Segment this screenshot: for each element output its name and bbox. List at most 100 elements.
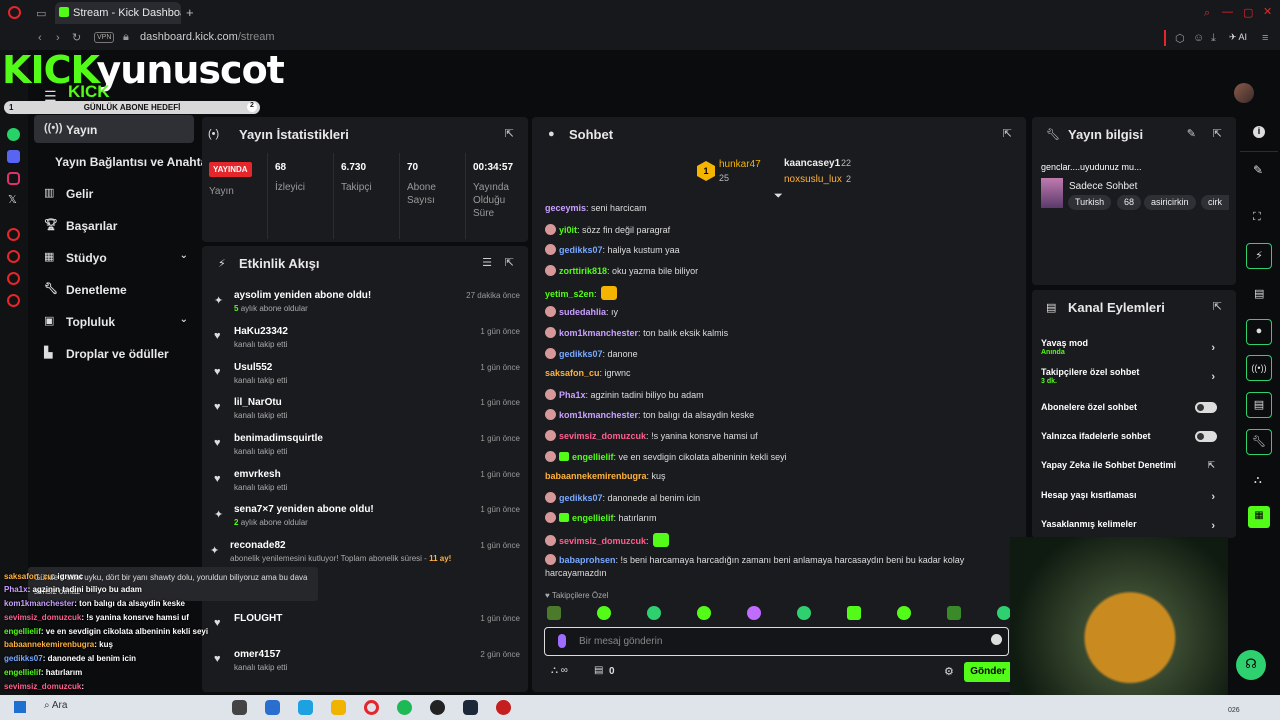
action-follower-only[interactable]: Takipçilere özel sohbet 3 dk. ›: [1041, 367, 1227, 385]
emote-icon[interactable]: [947, 606, 961, 620]
action-emote-only[interactable]: Yalnızca ifadelerle sohbet: [1041, 431, 1227, 442]
support-chat-icon[interactable]: ☊: [1236, 650, 1266, 680]
chat-username[interactable]: babaannekemirenbugra: [545, 471, 647, 481]
popout-icon[interactable]: ⇱: [1003, 127, 1012, 140]
chat-rail-button[interactable]: ●: [1246, 319, 1272, 345]
emote-only-toggle[interactable]: [1195, 431, 1217, 442]
messenger-icon[interactable]: [7, 272, 20, 285]
tag-chip[interactable]: Turkish: [1068, 195, 1112, 210]
chat-username[interactable]: zorttirik818: [559, 266, 607, 276]
filter-icon[interactable]: ☰: [482, 256, 492, 269]
bolt-rail-button[interactable]: ⚡︎: [1246, 243, 1272, 269]
minimize-icon[interactable]: —: [1222, 6, 1233, 18]
emote-icon[interactable]: [747, 606, 761, 620]
clapper-icon[interactable]: ▦: [1248, 506, 1270, 528]
sidebar-item-stream[interactable]: ((•)) Yayın: [34, 115, 194, 143]
action-slow-mode[interactable]: Yavaş mod Anında ›: [1041, 338, 1227, 356]
spotify-icon[interactable]: [397, 700, 412, 715]
ai-button[interactable]: ✈ AI: [1229, 32, 1247, 43]
vpn-badge[interactable]: VPN: [94, 32, 115, 43]
emote-icon[interactable]: [897, 606, 911, 620]
popout-icon[interactable]: ⇱: [505, 256, 514, 269]
action-banned-words[interactable]: Yasaklanmış kelimeler ›: [1041, 519, 1227, 532]
top-gifter-name[interactable]: hunkar47: [719, 159, 761, 170]
clip-icon[interactable]: ⛶: [1253, 211, 1261, 224]
x-twitter-icon[interactable]: 𝕏: [8, 193, 17, 206]
chat-username[interactable]: Pha1x: [559, 390, 586, 400]
broadcast-rail-button[interactable]: ((•)): [1246, 355, 1272, 381]
edge-icon[interactable]: [298, 700, 313, 715]
obs-icon[interactable]: [430, 700, 445, 715]
chat-username[interactable]: gedikks07: [559, 493, 603, 503]
download-icon[interactable]: ⤓: [1211, 32, 1216, 45]
url-field[interactable]: dashboard.kick.com/stream: [140, 31, 275, 43]
popout-icon[interactable]: ⇱: [1213, 300, 1222, 313]
sidebar-item-studio[interactable]: ▦ Stüdyo ⌄: [34, 243, 194, 271]
top-gifter-name[interactable]: kaancasey1: [784, 158, 840, 169]
category-name[interactable]: Sadece Sohbet: [1069, 181, 1137, 192]
collapse-arrow-icon[interactable]: ⏷: [774, 190, 783, 203]
new-tab-button[interactable]: +: [186, 5, 194, 20]
sidebar-item-community[interactable]: ▣ Topluluk ⌄: [34, 307, 194, 335]
bookmarks-icon[interactable]: [7, 250, 20, 263]
browser-menu-icon[interactable]: ≡: [1262, 32, 1268, 44]
chat-input[interactable]: Bir mesaj gönderin: [544, 627, 1009, 656]
sub-only-toggle[interactable]: [1195, 402, 1217, 413]
chat-username[interactable]: sudedahlia: [559, 307, 606, 317]
popout-icon[interactable]: ⇱: [1213, 127, 1222, 140]
folder-icon[interactable]: [331, 700, 346, 715]
opera-logo-icon[interactable]: [8, 6, 21, 19]
user-avatar[interactable]: [1234, 83, 1254, 103]
discord-icon[interactable]: [7, 150, 20, 163]
info-icon[interactable]: i: [1253, 126, 1265, 138]
back-icon[interactable]: ‹: [38, 32, 42, 44]
history-icon[interactable]: [7, 228, 20, 241]
chat-settings-icon[interactable]: ⚙: [944, 665, 954, 678]
chat-username[interactable]: yetim_s2en: [545, 289, 594, 299]
wrench-rail-button[interactable]: 🔧︎: [1246, 429, 1272, 455]
emoji-icon[interactable]: [991, 634, 1002, 645]
edit-icon[interactable]: ✎: [1187, 127, 1196, 140]
steam-icon[interactable]: [463, 700, 478, 715]
emote-icon[interactable]: [997, 606, 1011, 620]
community-rail-icon[interactable]: ⛬: [1254, 474, 1262, 487]
chat-username[interactable]: geceymis: [545, 203, 586, 213]
search-tabs-icon[interactable]: ⌕: [1204, 7, 1210, 20]
settings-icon[interactable]: [7, 294, 20, 307]
chat-username[interactable]: sevimsiz_domuzcuk: [559, 536, 646, 546]
notes-icon[interactable]: ▤: [1254, 287, 1264, 300]
extensions-icon[interactable]: ⬡: [1175, 32, 1185, 45]
send-button[interactable]: Gönder: [964, 662, 1012, 682]
actions-rail-button[interactable]: ▤: [1246, 392, 1272, 418]
channel-points-icon[interactable]: ⛬ ∞: [551, 665, 568, 676]
emote-icon[interactable]: [847, 606, 861, 620]
emote-icon[interactable]: [797, 606, 811, 620]
popout-icon[interactable]: ⇱: [505, 127, 514, 140]
lock-icon[interactable]: 🔒︎: [123, 31, 129, 44]
tag-chip[interactable]: 68: [1117, 195, 1142, 210]
edit-icon[interactable]: ✎: [1253, 163, 1263, 177]
tag-chip[interactable]: asiricirkin: [1144, 195, 1196, 210]
whatsapp-icon[interactable]: [7, 128, 20, 141]
emote-icon[interactable]: [597, 606, 611, 620]
chat-username[interactable]: babaprohsen: [559, 555, 616, 565]
browser-tab-active[interactable]: Stream - Kick Dashboard: [55, 2, 181, 24]
chat-username[interactable]: kom1kmanchester: [559, 410, 638, 420]
sidebar-item-stream-key[interactable]: Yayın Bağlantısı ve Anahtarı: [34, 147, 215, 175]
profile-icon[interactable]: ☺: [1193, 32, 1204, 44]
emote-icon[interactable]: [697, 606, 711, 620]
chat-username[interactable]: gedikks07: [559, 245, 603, 255]
top-gifter-name[interactable]: noxsuslu_lux: [784, 174, 842, 185]
file-explorer-icon[interactable]: [265, 700, 280, 715]
taskbar-search[interactable]: ⌕ Ara: [44, 700, 67, 711]
action-sub-only[interactable]: Abonelere özel sohbet: [1041, 402, 1227, 413]
close-window-icon[interactable]: ✕: [1263, 5, 1272, 18]
instagram-icon[interactable]: [7, 172, 20, 185]
emote-icon[interactable]: [547, 606, 561, 620]
sidebar-item-achievements[interactable]: 🏆︎ Başarılar: [34, 211, 194, 239]
reload-icon[interactable]: ↻: [72, 31, 81, 44]
action-ai-moderation[interactable]: Yapay Zeka ile Sohbet Denetimi ⇱: [1041, 460, 1227, 470]
sidebar-item-drops[interactable]: ▙ Droplar ve ödüller: [34, 339, 194, 367]
sidebar-item-revenue[interactable]: ▥ Gelir: [34, 179, 194, 207]
task-view-icon[interactable]: [232, 700, 247, 715]
